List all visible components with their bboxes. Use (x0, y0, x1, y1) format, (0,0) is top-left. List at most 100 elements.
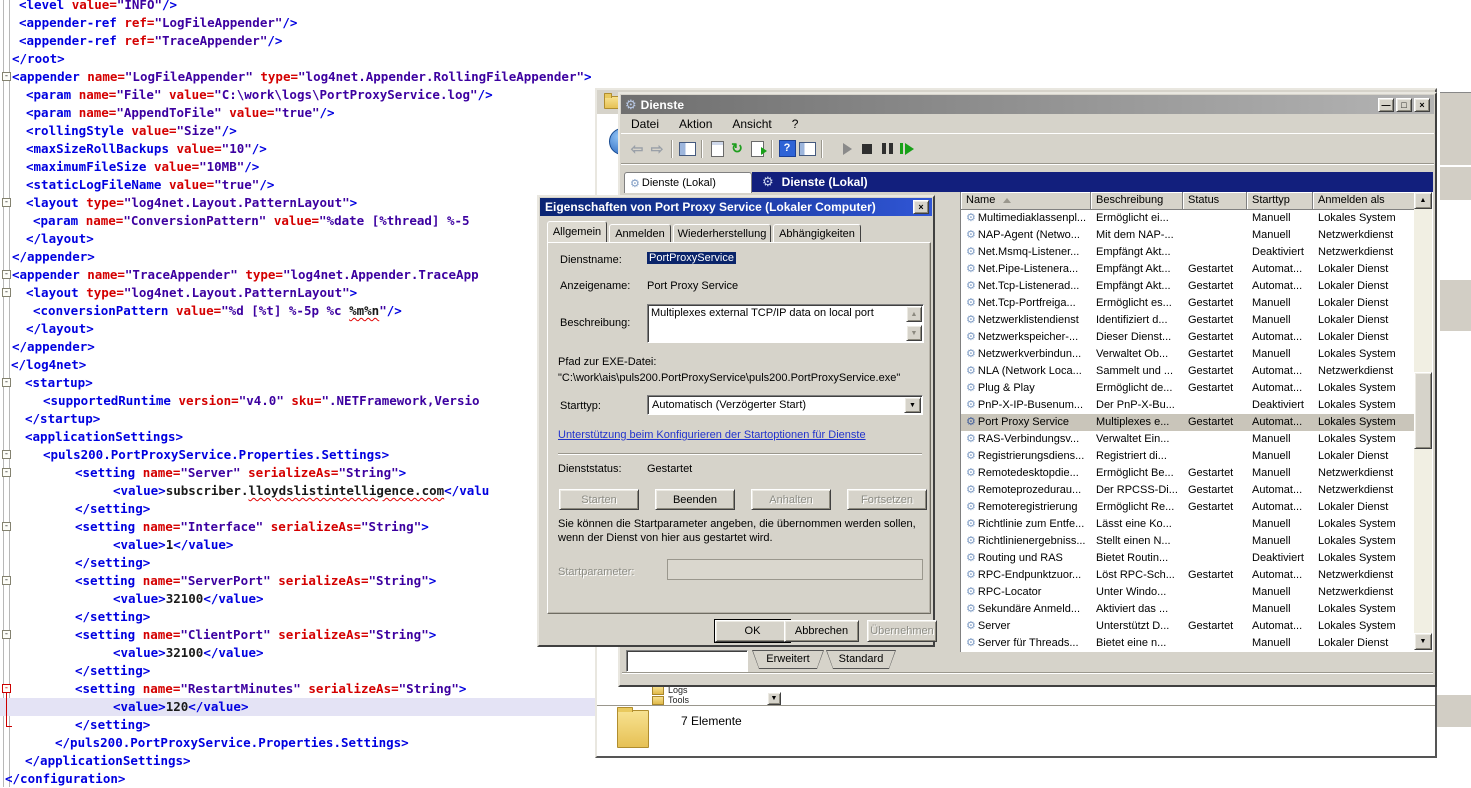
restart-service-icon[interactable] (897, 140, 917, 158)
service-row[interactable]: ⚙Remoteprozedurau...Der RPCSS-Di...Gesta… (961, 482, 1415, 499)
column-header-status[interactable]: Status (1183, 192, 1247, 210)
service-row[interactable]: ⚙NLA (Network Loca...Sammelt und ...Gest… (961, 363, 1415, 380)
tab-anmelden[interactable]: Anmelden (609, 224, 671, 243)
console-tree-icon[interactable] (677, 140, 697, 158)
minimize-button[interactable]: — (1378, 98, 1394, 112)
beschreibung-textarea[interactable]: Multiplexes external TCP/IP data on loca… (647, 304, 924, 343)
service-row[interactable]: ⚙RemoteregistrierungErmöglicht Re...Gest… (961, 499, 1415, 516)
fold-toggle-icon[interactable]: - (2, 198, 11, 207)
abbrechen-button[interactable]: Abbrechen (784, 620, 859, 642)
service-row[interactable]: ⚙ServerUnterstützt D...GestartetAutomat.… (961, 618, 1415, 635)
menu-datei[interactable]: Datei (621, 117, 669, 131)
service-row[interactable]: ⚙Net.Tcp-Portfreiga...Ermöglicht es...Ge… (961, 295, 1415, 312)
explorer-folder-item[interactable]: Tools (652, 695, 782, 705)
code-line: </log4net> (0, 356, 86, 374)
service-cell: Lokaler Dienst (1313, 329, 1415, 346)
chevron-down-icon[interactable]: ▼ (904, 397, 921, 413)
forward-icon[interactable]: ⇨ (647, 140, 667, 158)
beenden-button[interactable]: Beenden (655, 489, 735, 510)
fold-toggle-icon[interactable]: - (2, 288, 11, 297)
startoptions-help-link[interactable]: Unterstützung beim Konfigurieren der Sta… (558, 429, 866, 441)
service-cell: Gestartet (1183, 312, 1247, 329)
fold-toggle-icon[interactable]: - (2, 72, 11, 81)
close-icon[interactable]: × (913, 200, 929, 214)
anhalten-button[interactable]: Anhalten (751, 489, 831, 510)
fold-toggle-icon[interactable]: - (2, 522, 11, 531)
fold-toggle-icon[interactable]: - (2, 576, 11, 585)
service-row[interactable]: ⚙PnP-X-IP-Busenum...Der PnP-X-Bu...Deakt… (961, 397, 1415, 414)
service-row[interactable]: ⚙Netzwerkspeicher-...Dieser Dienst...Ges… (961, 329, 1415, 346)
scrollbar-thumb[interactable] (1414, 372, 1432, 449)
start-service-icon[interactable] (837, 140, 857, 158)
pause-service-icon[interactable] (877, 140, 897, 158)
code-line: <puls200.PortProxyService.Properties.Set… (0, 446, 389, 464)
starten-button[interactable]: Starten (559, 489, 639, 510)
service-row[interactable]: ⚙Net.Msmq-Listener...Empfängt Akt...Deak… (961, 244, 1415, 261)
column-header-anmelden[interactable]: Anmelden als (1313, 192, 1415, 210)
fold-toggle-current-icon[interactable]: - (2, 684, 11, 693)
service-row[interactable]: ⚙Remotedesktopdie...Ermöglicht Be...Gest… (961, 465, 1415, 482)
service-row[interactable]: ⚙Sekundäre Anmeld...Aktiviert das ...Man… (961, 601, 1415, 618)
help-icon[interactable]: ? (777, 140, 797, 158)
tab-erweitert[interactable]: Erweitert (752, 650, 824, 669)
service-row[interactable]: ⚙NAP-Agent (Netwo...Mit dem NAP-...Manue… (961, 227, 1415, 244)
service-row[interactable]: ⚙RPC-LocatorUnter Windo...ManuellNetzwer… (961, 584, 1415, 601)
tab-allgemein[interactable]: Allgemein (547, 221, 607, 243)
services-title-bar[interactable]: ⚙ Dienste — □ × (621, 95, 1434, 114)
scroll-down-icon[interactable]: ▼ (906, 325, 922, 341)
tab-wiederherstellung[interactable]: Wiederherstellung (673, 224, 771, 243)
ok-button[interactable]: OK (715, 620, 790, 642)
column-header-name[interactable]: Name (961, 192, 1091, 210)
dialog-title-bar[interactable]: Eigenschaften von Port Proxy Service (Lo… (540, 198, 932, 216)
fold-toggle-icon[interactable]: - (2, 468, 11, 477)
service-cell: Multiplexes e... (1091, 414, 1183, 431)
scroll-up-button[interactable]: ▲ (1414, 192, 1432, 209)
code-line: <setting name="ClientPort" serializeAs="… (0, 626, 436, 644)
fold-toggle-icon[interactable]: - (2, 378, 11, 387)
service-row[interactable]: ⚙Multimediaklassenpl...Ermöglicht ei...M… (961, 210, 1415, 227)
service-row[interactable]: ⚙Registrierungsdiens...Registriert di...… (961, 448, 1415, 465)
starttyp-combobox[interactable]: Automatisch (Verzögerter Start) ▼ (647, 395, 923, 415)
service-row[interactable]: ⚙Netzwerkverbindun...Verwaltet Ob...Gest… (961, 346, 1415, 363)
service-row[interactable]: ⚙RPC-Endpunktzuor...Löst RPC-Sch...Gesta… (961, 567, 1415, 584)
fold-toggle-icon[interactable]: - (2, 450, 11, 459)
service-cell: ⚙Richtlinie zum Entfe... (961, 516, 1091, 533)
console-tree-tab[interactable]: ⚙ Dienste (Lokal) (624, 172, 752, 193)
fortsetzen-button[interactable]: Fortsetzen (847, 489, 927, 510)
maximize-button[interactable]: □ (1396, 98, 1412, 112)
service-row[interactable]: ⚙NetzwerklistendienstIdentifiziert d...G… (961, 312, 1415, 329)
service-row[interactable]: ⚙Richtlinie zum Entfe...Lässt eine Ko...… (961, 516, 1415, 533)
service-row[interactable]: ⚙Net.Pipe-Listenera...Empfängt Akt...Ges… (961, 261, 1415, 278)
tab-abhaengigkeiten[interactable]: Abhängigkeiten (773, 224, 861, 243)
service-row[interactable]: ⚙Server für Threads...Bietet eine n...Ma… (961, 635, 1415, 652)
scroll-up-icon[interactable]: ▲ (906, 306, 922, 322)
back-icon[interactable]: ⇦ (627, 140, 647, 158)
service-cell: ⚙Netzwerkspeicher-... (961, 329, 1091, 346)
menu-ansicht[interactable]: Ansicht (722, 117, 781, 131)
column-header-starttyp[interactable]: Starttyp (1247, 192, 1313, 210)
close-button[interactable]: × (1414, 98, 1430, 112)
uebernehmen-button[interactable]: Übernehmen (867, 620, 937, 642)
startparameter-input[interactable] (667, 559, 923, 580)
service-row[interactable]: ⚙RAS-Verbindungsv...Verwaltet Ein...Manu… (961, 431, 1415, 448)
service-row[interactable]: ⚙Routing und RASBietet Routin...Deaktivi… (961, 550, 1415, 567)
table-scrollbar[interactable]: ▲ ▼ (1414, 192, 1432, 650)
service-row[interactable]: ⚙Richtlinienergebniss...Stellt einen N..… (961, 533, 1415, 550)
scroll-down-button[interactable]: ▼ (1414, 633, 1432, 650)
properties-icon[interactable] (707, 140, 727, 158)
tree-pane-footer (626, 650, 748, 672)
menu-aktion[interactable]: Aktion (669, 117, 722, 131)
fold-toggle-icon[interactable]: - (2, 270, 11, 279)
tab-standard[interactable]: Standard (826, 650, 896, 669)
refresh-icon[interactable]: ↻ (727, 140, 747, 158)
show-window-icon[interactable] (797, 140, 817, 158)
service-row[interactable]: ⚙Plug & PlayErmöglicht de...GestartetAut… (961, 380, 1415, 397)
dropdown-button[interactable]: ▼ (767, 692, 781, 705)
export-list-icon[interactable] (747, 140, 767, 158)
fold-toggle-icon[interactable]: - (2, 630, 11, 639)
stop-service-icon[interactable] (857, 140, 877, 158)
column-header-beschreibung[interactable]: Beschreibung (1091, 192, 1183, 210)
service-row[interactable]: ⚙Port Proxy ServiceMultiplexes e...Gesta… (961, 414, 1415, 431)
menu-hilfe[interactable]: ? (782, 117, 809, 131)
service-row[interactable]: ⚙Net.Tcp-Listenerad...Empfängt Akt...Ges… (961, 278, 1415, 295)
